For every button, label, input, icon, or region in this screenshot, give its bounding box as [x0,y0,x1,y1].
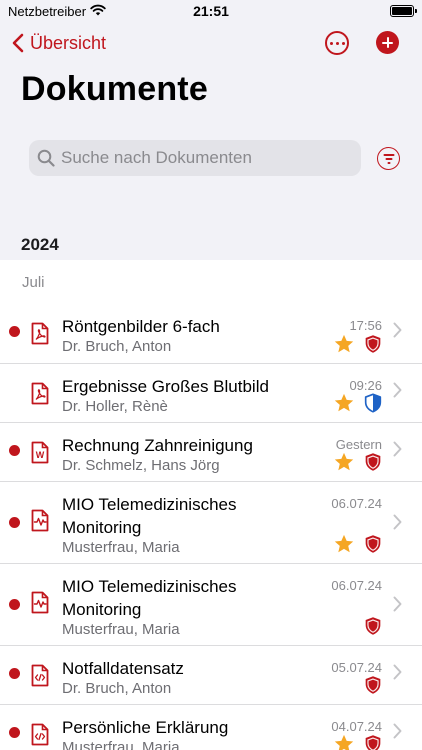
favorite-star-icon[interactable] [333,733,355,750]
search-input[interactable] [61,148,351,168]
unread-indicator [9,668,20,679]
document-row[interactable]: MIO Telemedizinisches Monitoring Musterfr… [0,564,422,646]
red-shield-icon [362,673,384,702]
pulse-file-icon [31,591,49,619]
chevron-left-icon [12,33,24,53]
unread-indicator [9,326,20,337]
back-button-label: Übersicht [30,32,107,53]
unread-indicator [9,517,20,528]
document-date: 17:56 [349,318,382,333]
favorite-star-icon[interactable] [333,392,355,419]
ellipsis-icon [329,41,333,45]
code-file-icon [31,664,49,692]
pdf-file-icon [31,382,49,410]
chevron-right-icon [393,382,402,398]
document-title: Notfalldatensatz [62,659,184,678]
document-date: 06.07.24 [331,496,382,511]
unread-indicator [9,727,20,738]
red-shield-icon [362,732,384,750]
add-document-button[interactable] [376,31,399,54]
chevron-right-icon [393,664,402,680]
back-button[interactable]: Übersicht [12,30,106,56]
status-time: 21:51 [193,3,229,19]
document-title: Persönliche Erklärung [62,718,229,737]
document-author: Musterfrau, Maria [62,539,180,556]
chevron-right-icon [393,322,402,338]
chevron-right-icon [393,596,402,612]
document-title: MIO Telemedizinisches Monitoring [62,495,237,537]
pulse-file-icon [31,509,49,537]
page-title: Dokumente [21,70,208,108]
document-title: Rechnung Zahnreinigung [62,436,253,455]
red-shield-icon [362,332,384,361]
document-list: Röntgenbilder 6-fach Dr. Bruch, Anton 17:5… [0,304,422,750]
document-row[interactable]: Ergebnisse Großes Blutbild Dr. Holler, Rè… [0,364,422,423]
unread-indicator [9,445,20,456]
more-options-button[interactable] [325,31,349,55]
document-author: Dr. Bruch, Anton [62,680,172,697]
year-section-header: 2024 [21,235,59,254]
document-row[interactable]: Persönliche Erklärung Musterfrau, Maria 04… [0,705,422,750]
document-author: Musterfrau, Maria [62,739,180,750]
red-shield-icon [362,614,384,643]
document-title: Röntgenbilder 6-fach [62,317,220,336]
document-title: Ergebnisse Großes Blutbild [62,377,269,396]
red-shield-icon [362,532,384,561]
blue-shield-icon [362,391,384,420]
red-shield-icon [362,450,384,479]
filter-button[interactable] [377,147,400,170]
document-row[interactable]: W Rechnung Zahnreinigung Dr. Schmelz, Hans… [0,423,422,482]
status-bar: Netzbetreiber 21:51 [0,0,422,24]
word-file-icon: W [31,441,49,469]
filter-icon [383,154,394,156]
document-author: Dr. Bruch, Anton [62,338,172,355]
chevron-right-icon [393,441,402,457]
document-author: Musterfrau, Maria [62,621,180,638]
document-author: Dr. Holler, Rènè [62,398,168,415]
battery-icon [390,5,417,17]
document-row[interactable]: MIO Telemedizinisches Monitoring Musterfr… [0,482,422,564]
document-date: 06.07.24 [331,578,382,593]
document-row[interactable]: Notfalldatensatz Dr. Bruch, Anton 05.07.24 [0,646,422,705]
svg-text:W: W [36,450,45,460]
favorite-star-icon[interactable] [333,451,355,478]
code-file-icon [31,723,49,750]
chevron-right-icon [393,514,402,530]
chevron-right-icon [393,723,402,739]
month-section-header: Juli [22,274,45,291]
search-icon [37,149,55,167]
favorite-star-icon[interactable] [333,333,355,360]
favorite-star-icon[interactable] [333,533,355,560]
document-title: MIO Telemedizinisches Monitoring [62,577,237,619]
pdf-file-icon [31,322,49,350]
document-row[interactable]: Röntgenbilder 6-fach Dr. Bruch, Anton 17:5… [0,304,422,364]
document-author: Dr. Schmelz, Hans Jörg [62,457,220,474]
unread-indicator [9,599,20,610]
search-field[interactable] [29,140,361,176]
